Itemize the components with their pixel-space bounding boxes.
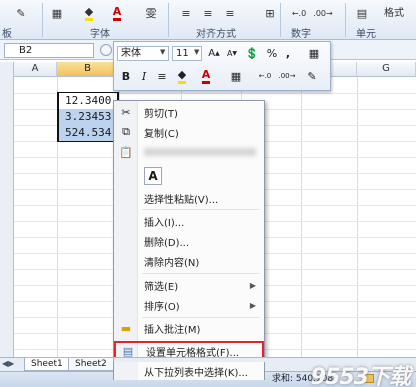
excel-window: ✎ ▦ ◆ A 雯 ≡ ≡ ≡ ⊞ ←.0 .00→ ▤ 格式 板 字体 对齐方… (0, 0, 416, 387)
cell-b2[interactable]: 3.23453 (59, 109, 117, 125)
menu-item-paste-special[interactable]: 选择性粘贴(V)... (114, 189, 264, 207)
menu-separator (142, 273, 260, 274)
ribbon-group-number-label: 数字 (291, 29, 311, 40)
chevron-down-icon: ▼ (194, 48, 200, 56)
decrease-font-button[interactable]: A ▼ (224, 45, 240, 61)
decrease-decimal-icon[interactable]: .00→ (276, 68, 298, 84)
menu-item-sort[interactable]: 排序(O) ▶ (114, 296, 264, 314)
increase-decimal-icon[interactable]: ←.0 (254, 68, 276, 84)
tab-sheet1[interactable]: Sheet1 (24, 358, 70, 371)
merge-button[interactable]: ⊞ (262, 4, 278, 22)
fill-color-button[interactable]: ◆ (80, 4, 98, 22)
increase-font-button[interactable]: A ▲ (206, 45, 222, 61)
ribbon-separator (280, 3, 281, 37)
font-color-icon: A (112, 5, 122, 21)
fill-bucket-icon: ◆ (84, 5, 94, 21)
submenu-arrow-icon: ▶ (249, 300, 256, 310)
menu-item-insert[interactable]: 插入(I)... (114, 212, 264, 230)
font-color-button[interactable]: A (198, 68, 214, 84)
chevron-down-icon: ▼ (160, 48, 166, 56)
menu-separator (142, 317, 260, 318)
cell-styles-icon[interactable]: ▤ (354, 4, 370, 22)
align-center-button[interactable]: ≡ (200, 4, 216, 22)
cell-b1[interactable]: 12.3400 (59, 93, 117, 109)
menu-separator (142, 209, 260, 210)
increase-decimal-button[interactable]: ←.0 (288, 4, 310, 22)
font-color-button[interactable]: A (108, 4, 126, 22)
align-center-icon[interactable]: ≡ (154, 68, 170, 84)
menu-item-paste-options[interactable]: 📋 (114, 143, 264, 161)
ribbon-separator (168, 3, 169, 37)
ribbon-group-clipboard-label: 板 (2, 29, 12, 40)
cancel-entry-icon[interactable] (100, 44, 112, 56)
menu-item-clear-contents[interactable]: 清除内容(N) (114, 252, 264, 270)
gridline (301, 77, 302, 357)
cell-b3[interactable]: 524.534 (59, 125, 117, 141)
paste-values-button[interactable]: A (144, 167, 162, 185)
blurred-paste-text (144, 148, 256, 156)
mini-toolbar: 宋体 ▼ 11 ▼ A ▲ A ▼ 💲 % , ▦ B I ≡ ◆ A ▦ ←.0 … (113, 41, 331, 91)
ribbon-group-alignment-label: 对齐方式 (196, 29, 236, 40)
borders-icon[interactable]: ▦ (228, 68, 244, 84)
format-button[interactable]: 格式 (376, 2, 412, 20)
format-painter-button[interactable]: ✎ (6, 4, 36, 22)
scissors-icon: ✂ (121, 105, 131, 119)
menu-item-filter[interactable]: 筛选(E) ▶ (114, 276, 264, 294)
gridline (357, 77, 358, 357)
font-color-letter: A (201, 68, 211, 84)
ribbon-group-cells-label: 单元 (356, 29, 376, 40)
column-header-a[interactable]: A (14, 62, 57, 77)
format-painter-brush-icon[interactable]: ✎ (304, 68, 320, 84)
submenu-arrow-icon: ▶ (249, 280, 256, 290)
ribbon-separator (345, 3, 346, 37)
ribbon-group-font-label: 字体 (90, 29, 110, 40)
percent-button[interactable]: % (264, 45, 280, 61)
name-box[interactable]: B2 (4, 43, 94, 58)
tab-sheet2[interactable]: Sheet2 (68, 358, 114, 371)
comment-icon: ▬ (120, 321, 132, 335)
bold-button[interactable]: B (118, 68, 134, 84)
paste-icon: 📋 (119, 145, 133, 159)
copy-icon: ⧉ (122, 125, 130, 138)
accounting-format-icon[interactable]: 💲 (244, 45, 260, 61)
context-menu: ✂ 剪切(T) ⧉ 复制(C) 📋 A 选择性粘贴(V)... 插入(I)...… (113, 100, 265, 362)
align-left-button[interactable]: ≡ (178, 4, 194, 22)
menu-item-pick-from-list[interactable]: 从下拉列表中选择(K)... (113, 362, 265, 380)
align-right-button[interactable]: ≡ (222, 4, 238, 22)
decrease-decimal-button[interactable]: .00→ (312, 4, 334, 22)
column-header-b[interactable]: B (57, 62, 119, 77)
menu-item-cut[interactable]: ✂ 剪切(T) (114, 103, 264, 121)
border-button[interactable]: ▦ (50, 4, 64, 22)
format-cells-icon: ▤ (122, 344, 134, 358)
row-header-strip (0, 77, 14, 357)
select-all-corner[interactable] (0, 62, 14, 77)
ribbon: ✎ ▦ ◆ A 雯 ≡ ≡ ≡ ⊞ ←.0 .00→ ▤ 格式 板 字体 对齐方… (0, 0, 416, 40)
menu-item-copy[interactable]: ⧉ 复制(C) (114, 123, 264, 141)
italic-button[interactable]: I (136, 68, 152, 84)
menu-item-delete[interactable]: 删除(D)... (114, 232, 264, 250)
phonetic-button[interactable]: 雯 (142, 4, 160, 22)
comma-style-button[interactable]: , (280, 45, 296, 61)
fill-color-icon[interactable]: ◆ (174, 68, 190, 84)
format-painter-icon[interactable]: ▦ (306, 45, 322, 61)
menu-item-insert-comment[interactable]: ▬ 插入批注(M) (114, 319, 264, 337)
tab-scroll-arrows-icon[interactable]: ◀▶ (2, 359, 14, 368)
column-header-g[interactable]: G (357, 62, 416, 77)
ribbon-separator (42, 3, 43, 37)
watermark-logo: 9553下载 (310, 365, 411, 387)
